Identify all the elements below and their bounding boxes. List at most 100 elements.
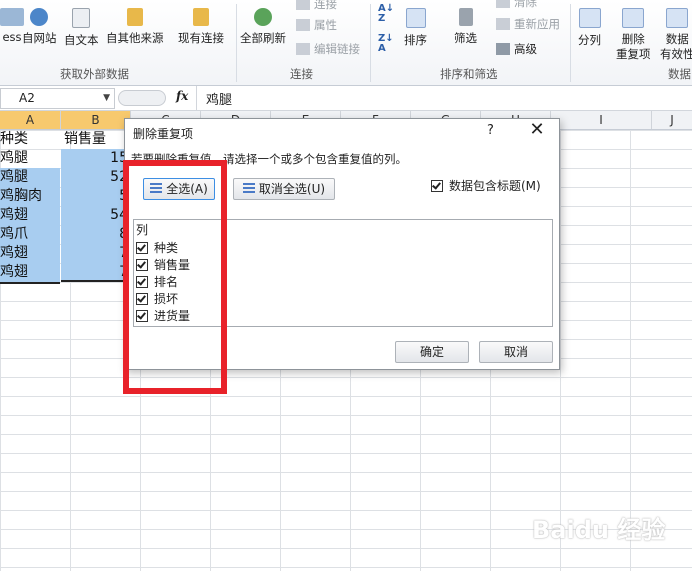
has-headers-checkbox[interactable]: 数据包含标题(M) xyxy=(431,177,541,194)
ribbon-advanced-label: 高级 xyxy=(514,42,537,56)
clear-filter-icon xyxy=(496,0,510,8)
ribbon-ess-label: ess xyxy=(2,30,22,44)
ribbon-connections-label: 连接 xyxy=(314,0,337,11)
ribbon-separator xyxy=(370,4,371,82)
name-box-value: A2 xyxy=(19,91,35,105)
sort-za-icon: Z↓ A xyxy=(378,33,394,54)
cell-a6[interactable]: 鸡爪 xyxy=(0,225,60,244)
existing-connections-icon xyxy=(193,8,209,26)
sort-az-icon: A↓ Z xyxy=(378,3,395,24)
ribbon-remove-duplicates-button[interactable]: 删除 重复项 xyxy=(616,8,651,62)
ribbon-edit-links-button[interactable]: 编辑链接 xyxy=(296,41,360,57)
ribbon-other-sources-button[interactable]: 自其他来源 xyxy=(106,8,164,46)
baidu-watermark: Baidu 经验 xyxy=(532,516,666,544)
ribbon-validate-label-1: 数据 xyxy=(665,32,689,46)
annotation-highlight-box xyxy=(123,160,227,394)
cell-a5[interactable]: 鸡翅 xyxy=(0,206,60,225)
ribbon-validate-label-2: 有效性 xyxy=(660,47,692,61)
unselect-all-button[interactable]: 取消全选(U) xyxy=(233,178,335,200)
sort-ascending-button[interactable]: A↓ Z xyxy=(378,4,394,24)
ribbon-from-web-button[interactable]: 自网站 xyxy=(22,8,57,46)
ribbon-connections-button[interactable]: 连接 xyxy=(296,0,337,12)
checkbox-checked-icon xyxy=(431,180,443,192)
formula-input[interactable]: 鸡腿 xyxy=(206,89,232,108)
ribbon-remove-dup-label-1: 删除 xyxy=(621,32,645,46)
cell-b1[interactable]: 销售量 xyxy=(64,130,130,149)
dialog-title: 删除重复项 xyxy=(133,127,194,141)
cell-a2[interactable]: 鸡腿 xyxy=(0,149,60,168)
cell-b6[interactable]: 8 xyxy=(61,225,130,244)
sort-dialog-icon xyxy=(405,8,426,28)
cell-b7[interactable]: 7 xyxy=(61,244,130,263)
advanced-filter-icon xyxy=(496,43,510,55)
globe-icon xyxy=(30,8,49,26)
name-box[interactable]: A2 ▼ xyxy=(0,88,115,109)
cell-a4[interactable]: 鸡胸肉 xyxy=(0,187,60,206)
cell-b3[interactable]: 52 xyxy=(61,168,130,187)
ribbon-edit-links-label: 编辑链接 xyxy=(314,42,360,56)
cell-a8[interactable]: 鸡翅 xyxy=(0,263,60,284)
ribbon-ess-button[interactable]: ess xyxy=(0,8,24,44)
ribbon-existing-connections-label: 现有连接 xyxy=(178,31,224,45)
filter-icon xyxy=(458,8,473,26)
help-icon[interactable]: ? xyxy=(487,123,494,138)
column-header-a[interactable]: A xyxy=(0,111,61,129)
ribbon-properties-label: 属性 xyxy=(314,18,337,32)
remove-duplicates-icon xyxy=(622,8,645,28)
cell-b8[interactable]: 7 xyxy=(61,263,130,282)
access-icon xyxy=(0,8,24,26)
column-header-i[interactable]: I xyxy=(551,111,652,129)
database-icon xyxy=(126,8,143,26)
ribbon-properties-button[interactable]: 属性 xyxy=(296,17,337,33)
ribbon-sort-button[interactable]: 排序 xyxy=(404,8,427,48)
unselect-all-label: 取消全选(U) xyxy=(258,182,326,196)
ribbon-refresh-all-button[interactable]: 全部刷新 xyxy=(240,8,286,46)
formula-bar-resizer[interactable] xyxy=(118,90,166,106)
has-headers-label: 数据包含标题(M) xyxy=(449,179,541,193)
ok-button[interactable]: 确定 xyxy=(395,341,469,363)
sort-descending-button[interactable]: Z↓ A xyxy=(378,34,394,54)
cell-a3[interactable]: 鸡腿 xyxy=(0,168,60,187)
ribbon-existing-connections-button[interactable]: 现有连接 xyxy=(178,8,224,46)
cell-b5[interactable]: 54 xyxy=(61,206,130,225)
ribbon-data-validation-button[interactable]: 数据 有效性 xyxy=(660,8,692,62)
cell-a7[interactable]: 鸡翅 xyxy=(0,244,60,263)
reapply-icon xyxy=(496,18,510,30)
group-label-get-data: 获取外部数据 xyxy=(60,67,129,81)
ribbon-sort-label: 排序 xyxy=(404,33,427,47)
ribbon-advanced-button[interactable]: 高级 xyxy=(496,41,537,57)
column-header-b[interactable]: B xyxy=(61,111,131,129)
formula-divider xyxy=(196,86,197,110)
cell-a1[interactable]: 种类 xyxy=(0,130,60,149)
ribbon-from-web-label: 自网站 xyxy=(22,31,57,45)
ribbon-text-to-columns-button[interactable]: 分列 xyxy=(578,8,601,48)
ribbon-other-sources-label: 自其他来源 xyxy=(106,31,164,45)
ribbon-separator xyxy=(570,4,571,82)
ribbon: ess 自网站 自文本 自其他来源 现有连接 全部刷新 连接 属性 编辑链接 A… xyxy=(0,0,692,86)
cancel-button[interactable]: 取消 xyxy=(479,341,553,363)
ribbon-reapply-button[interactable]: 重新应用 xyxy=(496,16,560,32)
connections-icon xyxy=(296,0,310,10)
cell-b4[interactable]: 5 xyxy=(61,187,130,206)
refresh-icon xyxy=(254,8,272,26)
ribbon-clear-label: 清除 xyxy=(514,0,537,9)
ribbon-refresh-all-label: 全部刷新 xyxy=(240,31,286,45)
group-label-connections: 连接 xyxy=(290,67,313,81)
unselect-all-icon xyxy=(242,183,255,195)
group-label-data: 数据 xyxy=(668,67,691,81)
ribbon-from-text-label: 自文本 xyxy=(64,33,99,47)
chevron-down-icon[interactable]: ▼ xyxy=(103,93,110,103)
properties-icon xyxy=(296,19,310,31)
ribbon-filter-button[interactable]: 筛选 xyxy=(454,8,477,46)
ribbon-filter-label: 筛选 xyxy=(454,31,477,45)
ribbon-reapply-label: 重新应用 xyxy=(514,17,560,31)
ribbon-from-text-button[interactable]: 自文本 xyxy=(64,8,99,48)
close-icon[interactable]: ✕ xyxy=(525,119,549,140)
insert-function-icon[interactable]: fx xyxy=(176,89,188,103)
text-to-columns-icon xyxy=(578,8,601,28)
ribbon-clear-button[interactable]: 清除 xyxy=(496,0,537,10)
link-icon xyxy=(296,43,310,55)
cell-b2[interactable]: 15 xyxy=(61,149,130,168)
column-header-j[interactable]: J xyxy=(652,111,692,129)
data-validation-icon xyxy=(666,8,689,28)
